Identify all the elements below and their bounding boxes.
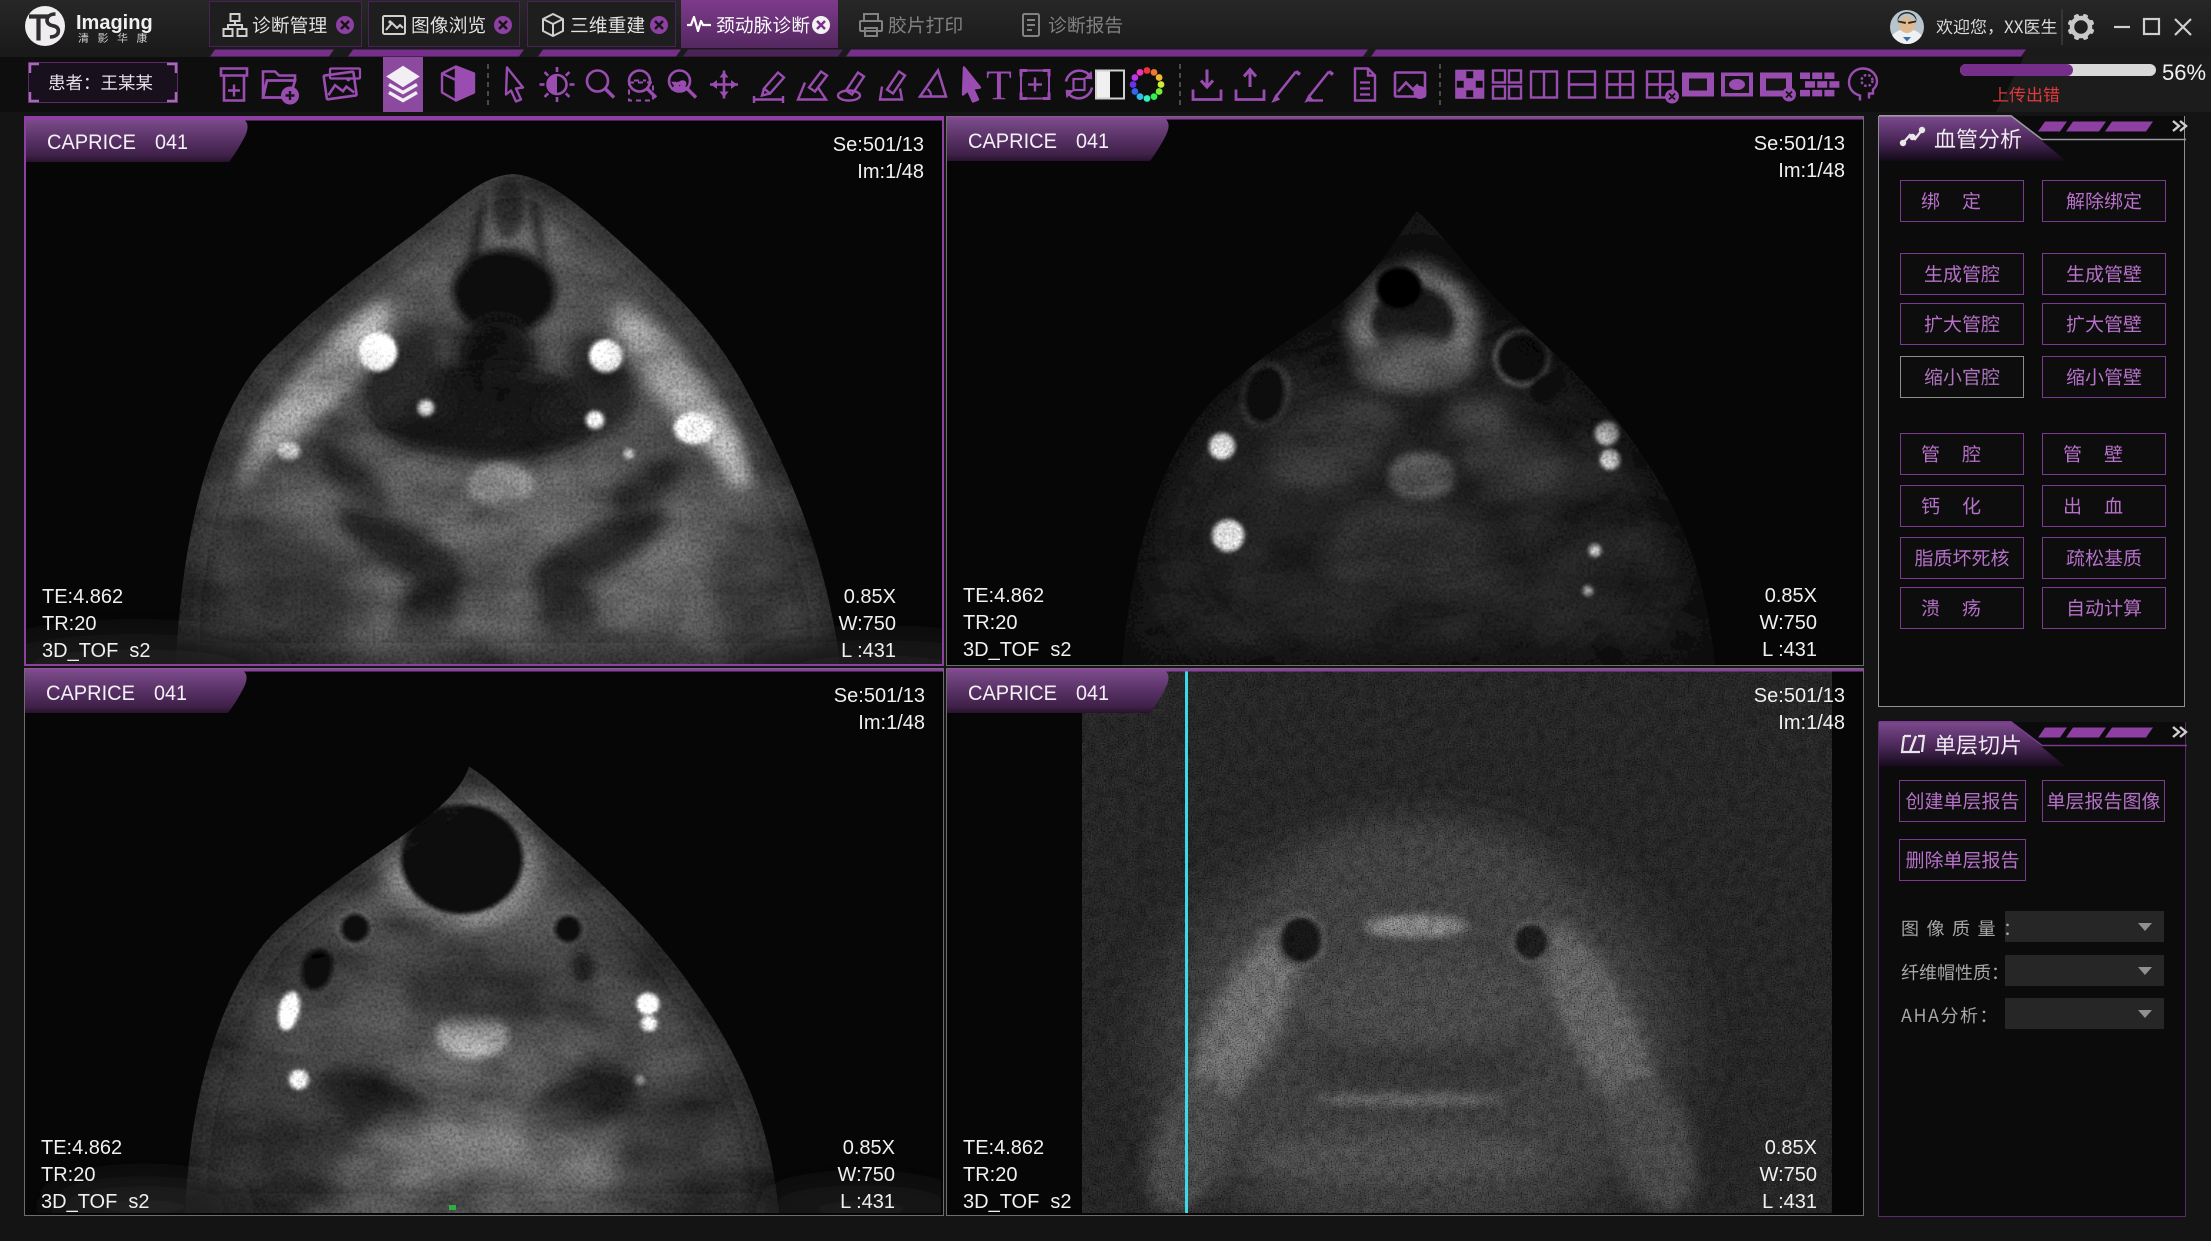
svg-text:041: 041 <box>155 131 188 154</box>
svg-text:CAPRICE: CAPRICE <box>47 131 136 154</box>
svg-text:CAPRICE: CAPRICE <box>968 130 1057 153</box>
svg-text:041: 041 <box>1076 130 1109 153</box>
svg-text:041: 041 <box>154 682 187 705</box>
svg-text:CAPRICE: CAPRICE <box>968 682 1057 705</box>
svg-text:CAPRICE: CAPRICE <box>46 682 135 705</box>
svg-text:041: 041 <box>1076 682 1109 705</box>
